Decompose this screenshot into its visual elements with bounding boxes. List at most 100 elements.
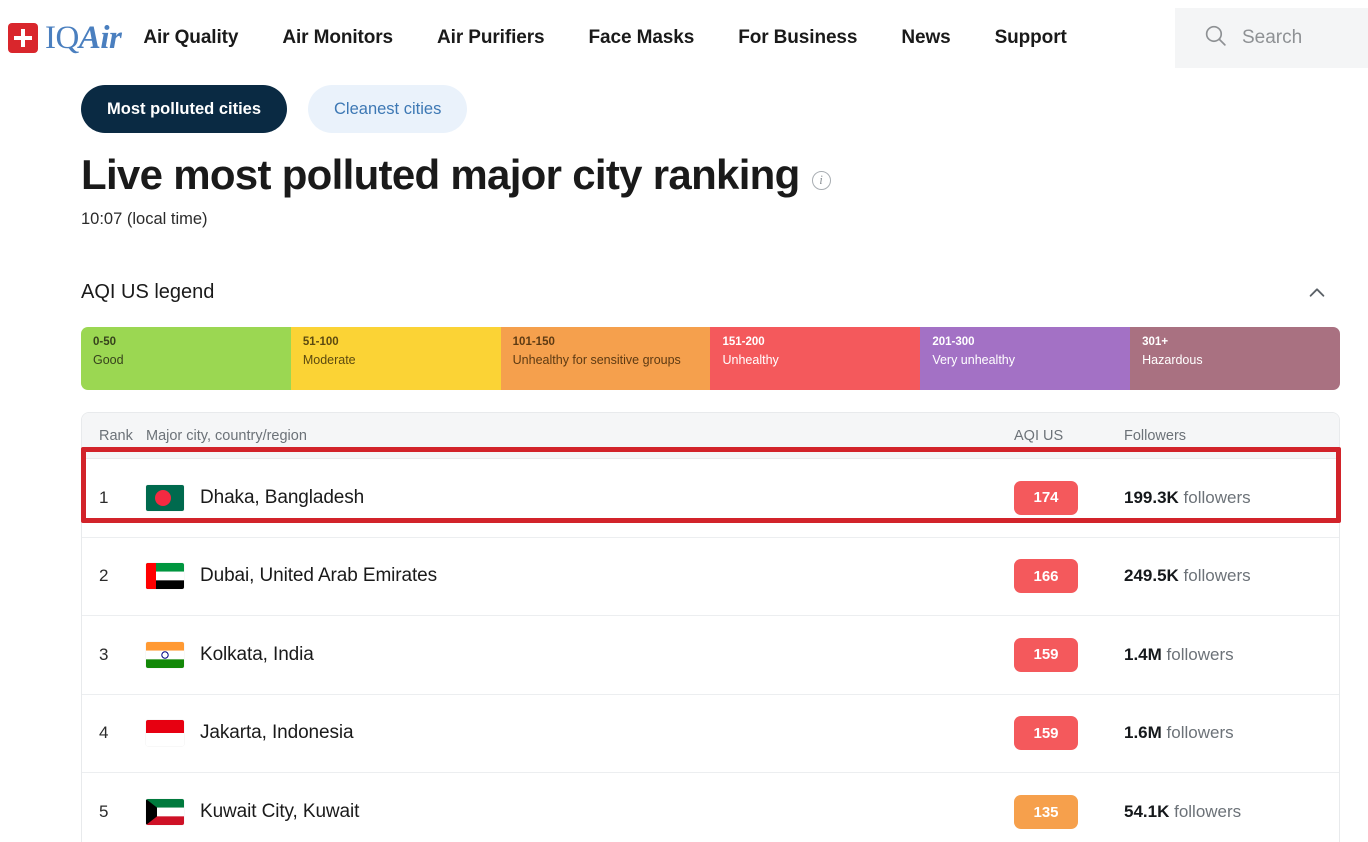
legend-label: Very unhealthy: [932, 352, 1016, 367]
legend-range: 301+: [1142, 336, 1169, 349]
ranking-type-tabs: Most polluted cities Cleanest cities: [81, 85, 1340, 133]
page-title-row: Live most polluted major city ranking i: [81, 151, 1340, 198]
city-ranking-table: Rank Major city, country/region AQI US F…: [81, 412, 1340, 842]
followers-count: 1.6M: [1124, 723, 1162, 743]
aqi-legend-bar: 0-50 Good 51-100 Moderate 101-150 Unheal…: [81, 327, 1340, 391]
search-icon: [1203, 23, 1228, 53]
nav-link-air-purifiers[interactable]: Air Purifiers: [415, 27, 566, 49]
table-row[interactable]: 4 Jakarta, Indonesia 159 1.6M followers: [82, 694, 1339, 774]
logo-text-iq: IQ: [45, 19, 79, 56]
legend-segment-unhealthy: 151-200 Unhealthy: [710, 327, 921, 391]
iqair-logo[interactable]: IQ Air: [8, 18, 122, 58]
legend-range: 101-150: [512, 336, 555, 349]
info-circle-icon[interactable]: i: [811, 170, 831, 190]
legend-label: Good: [93, 352, 124, 367]
row-city-cell[interactable]: Dhaka, Bangladesh: [146, 484, 1014, 511]
chevron-up-icon[interactable]: [1306, 282, 1328, 304]
followers-count: 54.1K: [1124, 802, 1170, 822]
row-followers-cell: 1.4M followers: [1124, 645, 1339, 665]
table-header-row: Rank Major city, country/region AQI US F…: [82, 413, 1339, 460]
legend-label: Hazardous: [1142, 352, 1203, 367]
row-city-cell[interactable]: Kolkata, India: [146, 641, 1014, 668]
nav-link-air-quality[interactable]: Air Quality: [135, 27, 260, 49]
table-row[interactable]: 3 Kolkata, India 159 1.4M followers: [82, 616, 1339, 695]
aqi-badge[interactable]: 166: [1014, 559, 1078, 594]
page-title: Live most polluted major city ranking: [81, 151, 800, 198]
followers-suffix: followers: [1169, 802, 1242, 822]
followers-suffix: followers: [1161, 644, 1234, 664]
table-row[interactable]: 2 Dubai, United Arab Emirates 166 249.5K…: [82, 537, 1339, 617]
legend-title: AQI US legend: [81, 281, 215, 304]
row-rank: 3: [99, 644, 109, 664]
column-header-city: Major city, country/region: [146, 427, 307, 444]
row-rank: 2: [99, 566, 109, 586]
column-header-rank: Rank: [99, 427, 133, 444]
nav-link-support[interactable]: Support: [973, 27, 1089, 49]
column-header-followers: Followers: [1124, 427, 1187, 444]
row-followers-cell: 54.1K followers: [1124, 802, 1339, 822]
legend-segment-moderate: 51-100 Moderate: [290, 327, 501, 391]
nav-link-for-business[interactable]: For Business: [716, 27, 879, 49]
swiss-cross-icon: [8, 23, 38, 53]
aqi-badge[interactable]: 135: [1014, 795, 1078, 830]
row-city-name: Dhaka, Bangladesh: [200, 486, 365, 508]
legend-segment-hazardous: 301+ Hazardous: [1130, 327, 1340, 391]
legend-segment-very-unhealthy: 201-300 Very unhealthy: [920, 327, 1131, 391]
row-city-name: Dubai, United Arab Emirates: [200, 565, 438, 587]
row-aqi-cell: 159: [1014, 637, 1124, 672]
legend-label: Unhealthy: [722, 352, 779, 367]
flag-bangladesh: [146, 484, 184, 511]
flag-indonesia: [146, 720, 184, 747]
legend-range: 151-200: [722, 336, 765, 349]
legend-label: Unhealthy for sensitive groups: [512, 352, 681, 367]
row-rank: 4: [99, 723, 109, 743]
row-city-cell[interactable]: Jakarta, Indonesia: [146, 720, 1014, 747]
row-followers-cell: 1.6M followers: [1124, 723, 1339, 743]
row-aqi-cell: 159: [1014, 716, 1124, 751]
aqi-badge[interactable]: 174: [1014, 480, 1078, 515]
legend-segment-unhealthy-sensitive: 101-150 Unhealthy for sensitive groups: [500, 327, 711, 391]
top-navigation-bar: IQ Air Air Quality Air Monitors Air Puri…: [0, 0, 1368, 76]
legend-range: 51-100: [302, 336, 339, 349]
column-header-aqi-us: AQI US: [1014, 427, 1064, 444]
table-row[interactable]: 5 Kuwait City, Kuwait 135 54.1K follower…: [82, 773, 1339, 842]
row-aqi-cell: 166: [1014, 559, 1124, 594]
row-aqi-cell: 135: [1014, 795, 1124, 830]
row-aqi-cell: 174: [1014, 480, 1124, 515]
tab-most-polluted-cities[interactable]: Most polluted cities: [81, 85, 288, 133]
row-rank: 5: [99, 802, 109, 822]
aqi-badge[interactable]: 159: [1014, 637, 1078, 672]
flag-kuwait: [146, 799, 184, 826]
row-city-name: Kolkata, India: [200, 643, 314, 665]
legend-label: Moderate: [302, 352, 356, 367]
nav-links: Air Quality Air Monitors Air Purifiers F…: [135, 27, 1088, 49]
nav-link-air-monitors[interactable]: Air Monitors: [260, 27, 415, 49]
search-input[interactable]: Search: [1175, 8, 1368, 68]
row-city-name: Kuwait City, Kuwait: [200, 801, 360, 823]
legend-header: AQI US legend: [81, 281, 1340, 304]
local-time-subtitle: 10:07 (local time): [81, 210, 208, 229]
followers-count: 249.5K: [1124, 566, 1179, 586]
row-followers-cell: 249.5K followers: [1124, 566, 1339, 586]
row-followers-cell: 199.3K followers: [1124, 488, 1339, 508]
search-placeholder-text: Search: [1242, 27, 1303, 48]
row-city-name: Jakarta, Indonesia: [200, 722, 354, 744]
nav-link-news[interactable]: News: [879, 27, 972, 49]
flag-uae: [146, 563, 184, 590]
flag-india: [146, 641, 184, 668]
tab-cleanest-cities[interactable]: Cleanest cities: [308, 85, 468, 133]
table-row[interactable]: 1 Dhaka, Bangladesh 174 199.3K followers: [82, 459, 1339, 538]
row-city-cell[interactable]: Kuwait City, Kuwait: [146, 799, 1014, 826]
row-city-cell[interactable]: Dubai, United Arab Emirates: [146, 563, 1014, 590]
aqi-badge[interactable]: 159: [1014, 716, 1078, 751]
legend-segment-good: 0-50 Good: [81, 327, 291, 391]
followers-suffix: followers: [1161, 723, 1234, 743]
followers-count: 1.4M: [1124, 644, 1162, 664]
logo-text-air: Air: [78, 19, 122, 56]
legend-range: 0-50: [93, 336, 117, 349]
followers-count: 199.3K: [1124, 487, 1179, 507]
legend-range: 201-300: [932, 336, 975, 349]
nav-link-face-masks[interactable]: Face Masks: [567, 27, 717, 49]
row-rank: 1: [99, 487, 109, 507]
page-content: Most polluted cities Cleanest cities Liv…: [0, 85, 1368, 842]
